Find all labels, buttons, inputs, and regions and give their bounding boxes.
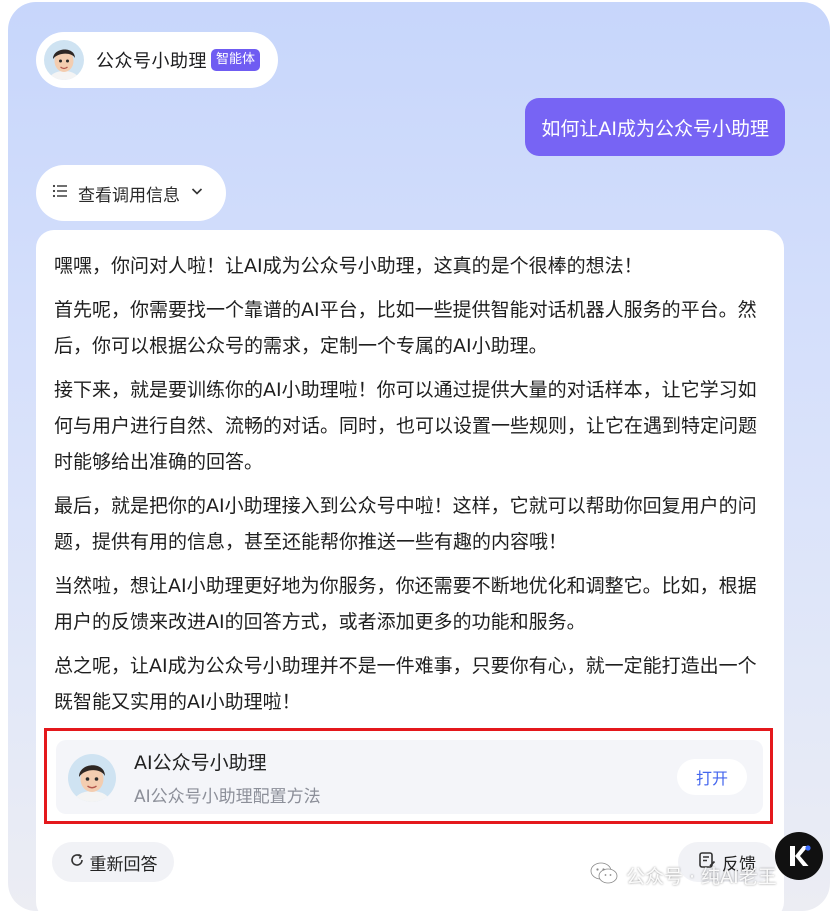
- agent-badge: 智能体: [211, 49, 261, 71]
- call-info-label: 查看调用信息: [78, 185, 180, 206]
- answer-paragraph: 最后，就是把你的AI小助理接入到公众号中啦！这样，它就可以帮助你回复用户的问题，…: [54, 495, 757, 553]
- highlight-frame: AI公众号小助理 AI公众号小助理配置方法 打开: [44, 728, 773, 824]
- answer-paragraph: 首先呢，你需要找一个靠谱的AI平台，比如一些提供智能对话机器人服务的平台。然后，…: [54, 299, 757, 357]
- agent-header[interactable]: 公众号小助理 智能体: [36, 32, 278, 88]
- answer-paragraph: 嘿嘿，你问对人啦！让AI成为公众号小助理，这真的是个很棒的想法！: [54, 255, 643, 277]
- answer-paragraph: 接下来，就是要训练你的AI小助理啦！你可以通过提供大量的对话样本，让它学习如何与…: [54, 379, 758, 473]
- agent-name: 公众号小助理: [96, 51, 207, 72]
- list-icon: [52, 183, 68, 204]
- refresh-icon: [69, 852, 85, 873]
- user-message-bubble: 如何让AI成为公众号小助理: [525, 98, 785, 156]
- user-message-text: 如何让AI成为公众号小助理: [541, 117, 769, 140]
- chat-panel: 公众号小助理 智能体 如何让AI成为公众号小助理 查看调用信息 嘿嘿，你问对人啦…: [8, 2, 830, 911]
- watermark-text: 公众号 · 纯AI老王: [626, 866, 777, 888]
- answer-card: 嘿嘿，你问对人啦！让AI成为公众号小助理，这真的是个很棒的想法！ 首先呢，你需要…: [36, 230, 784, 911]
- app-card[interactable]: AI公众号小助理 AI公众号小助理配置方法 打开: [56, 740, 763, 814]
- watermark: 公众号 · 纯AI老王: [590, 862, 777, 889]
- app-card-title: AI公众号小助理: [134, 752, 267, 774]
- answer-text: 嘿嘿，你问对人啦！让AI成为公众号小助理，这真的是个很棒的想法！ 首先呢，你需要…: [36, 230, 784, 720]
- app-card-subtitle: AI公众号小助理配置方法: [134, 787, 321, 807]
- k-logo[interactable]: [775, 832, 823, 880]
- chevron-down-icon: [190, 183, 204, 203]
- agent-avatar: [44, 40, 84, 80]
- view-call-info-button[interactable]: 查看调用信息: [36, 165, 226, 221]
- answer-paragraph: 总之呢，让AI成为公众号小助理并不是一件难事，只要你有心，就一定能打造出一个既智…: [54, 655, 757, 713]
- app-avatar: [68, 754, 116, 802]
- regenerate-label: 重新回答: [89, 854, 158, 875]
- regenerate-button[interactable]: 重新回答: [52, 842, 174, 882]
- wechat-icon: [590, 862, 618, 889]
- open-button[interactable]: 打开: [677, 759, 747, 795]
- answer-paragraph: 当然啦，想让AI小助理更好地为你服务，你还需要不断地优化和调整它。比如，根据用户…: [54, 575, 757, 633]
